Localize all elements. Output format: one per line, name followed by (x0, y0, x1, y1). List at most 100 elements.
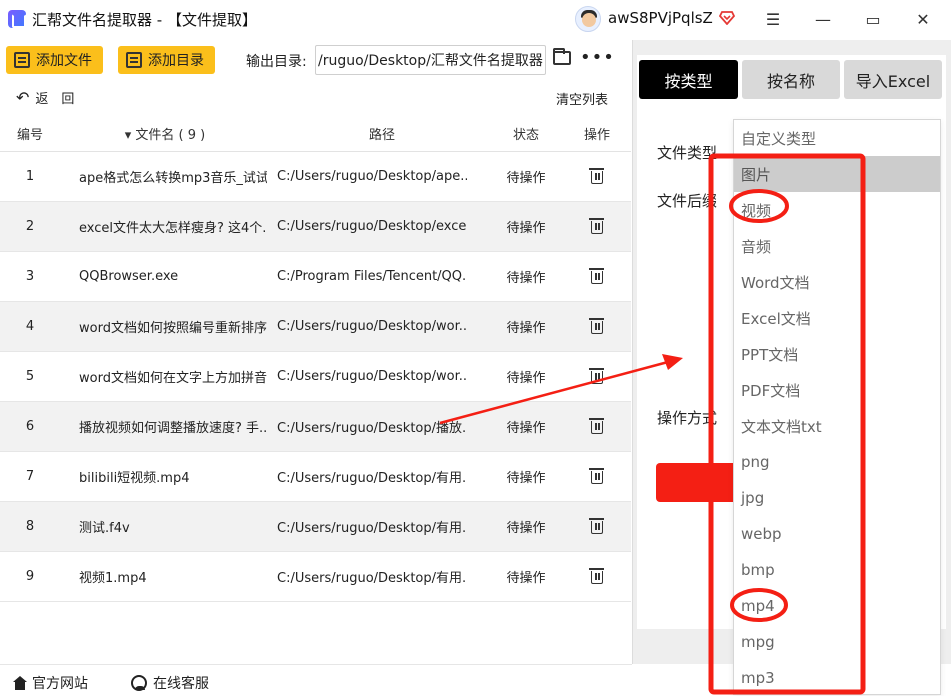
trash-icon (589, 518, 604, 534)
row-delete-button[interactable] (566, 352, 628, 401)
add-file-label: 添加文件 (36, 53, 92, 69)
tab-by-type[interactable]: 按类型 (639, 60, 738, 99)
official-website-label: 官方网站 (32, 676, 88, 692)
dropdown-option[interactable]: mp3 (734, 660, 940, 696)
file-extension-label: 文件后缀 (657, 192, 718, 210)
row-number: 6 (25, 419, 35, 434)
dropdown-option[interactable]: Excel文档 (734, 300, 940, 336)
row-file-name: word文档如何在文字上方加拼音... (79, 371, 267, 386)
row-file-path: C:/Users/ruguo/Desktop/有用... (277, 471, 467, 486)
add-directory-button[interactable]: 添加目录 (118, 46, 215, 74)
output-directory-input[interactable] (315, 45, 546, 75)
row-file-name: 测试.f4v (79, 521, 130, 536)
row-number: 4 (25, 319, 35, 334)
tab-import-excel[interactable]: 导入Excel (844, 60, 942, 99)
minimize-button[interactable]: — (808, 6, 838, 32)
row-number: 3 (25, 269, 35, 284)
row-file-path: C:/Users/ruguo/Desktop/wor... (277, 319, 467, 334)
row-delete-button[interactable] (566, 252, 628, 301)
header-op: 操作 (583, 128, 610, 143)
official-website-link[interactable]: 官方网站 (12, 673, 88, 693)
maximize-button[interactable]: ▭ (858, 6, 888, 32)
header-name-sort[interactable]: ▾ 文件名 ( 9 ) (60, 116, 270, 151)
back-button[interactable]: ↶ 返 回 (16, 88, 74, 107)
file-type-dropdown[interactable]: 自定义类型 图片 视频 音频 Word文档 Excel文档 PPT文档 PDF文档 文本文档tx… (733, 119, 941, 695)
more-icon[interactable]: ••• (580, 47, 615, 68)
table-row[interactable]: 5 word文档如何在文字上方加拼音... C:/Users/ruguo/Deskt… (0, 352, 631, 402)
clear-list-button[interactable]: 清空列表 (556, 89, 608, 108)
table-row[interactable]: 1 ape格式怎么转换mp3音乐_试试... C:/Users/ruguo/Desk… (0, 152, 631, 202)
folder-icon[interactable] (553, 48, 571, 65)
add-file-icon (14, 52, 30, 68)
table-row[interactable]: 6 播放视频如何调整播放速度? 手... C:/Users/ruguo/Deskto… (0, 402, 631, 452)
row-file-name: 视频1.mp4 (79, 571, 147, 586)
row-file-name: bilibili短视频.mp4 (79, 471, 190, 486)
footer (0, 664, 632, 696)
menu-icon[interactable]: ☰ (758, 6, 788, 32)
header-path: 路径 (368, 128, 395, 143)
row-delete-button[interactable] (566, 152, 628, 201)
row-number: 9 (25, 569, 35, 584)
row-delete-button[interactable] (566, 452, 628, 501)
dropdown-option[interactable]: 图片 (734, 156, 940, 192)
online-service-label: 在线客服 (153, 676, 209, 692)
title-bar: 汇帮文件名提取器 - 【文件提取】 awS8PVjPqlsZ ☰ — ▭ ✕ (0, 0, 951, 40)
row-status: 待操作 (506, 371, 546, 386)
row-delete-button[interactable] (566, 302, 628, 351)
vip-diamond-icon (719, 11, 735, 25)
row-number: 7 (25, 469, 35, 484)
row-file-name: excel文件太大怎样瘦身? 这4个... (79, 221, 267, 236)
trash-icon (589, 468, 604, 484)
header-no: 编号 (16, 128, 43, 143)
dropdown-option[interactable]: Word文档 (734, 264, 940, 300)
table-row[interactable]: 4 word文档如何按照编号重新排序... C:/Users/ruguo/Deskt… (0, 302, 631, 352)
table-row[interactable]: 7 bilibili短视频.mp4 C:/Users/ruguo/Desktop/有… (0, 452, 631, 502)
dropdown-option[interactable]: mpg (734, 624, 940, 660)
dropdown-option[interactable]: bmp (734, 552, 940, 588)
row-delete-button[interactable] (566, 202, 628, 251)
add-directory-icon (126, 52, 142, 68)
close-button[interactable]: ✕ (908, 6, 938, 32)
row-file-name: word文档如何按照编号重新排序... (79, 321, 267, 336)
row-status: 待操作 (506, 171, 546, 186)
username[interactable]: awS8PVjPqlsZ (608, 9, 713, 27)
avatar[interactable] (575, 6, 601, 32)
row-status: 待操作 (506, 471, 546, 486)
back-arrow-icon: ↶ (16, 88, 30, 107)
table-header: 编号 ▾ 文件名 ( 9 ) 路径 状态 操作 (0, 116, 631, 152)
dropdown-option[interactable]: 自定义类型 (734, 120, 940, 156)
dropdown-option[interactable]: webp (734, 516, 940, 552)
add-file-button[interactable]: 添加文件 (6, 46, 103, 74)
dropdown-option[interactable]: 视频 (734, 192, 940, 228)
dropdown-option[interactable]: 音频 (734, 228, 940, 264)
table-row[interactable]: 3 QQBrowser.exe C:/Program Files/Tencent/Q… (0, 252, 631, 302)
table-row[interactable]: 8 测试.f4v C:/Users/ruguo/Desktop/有用... 待操作 (0, 502, 631, 552)
row-file-path: C:/Users/ruguo/Desktop/excel... (277, 219, 467, 234)
tab-by-name[interactable]: 按名称 (742, 60, 840, 99)
table-row[interactable]: 9 视频1.mp4 C:/Users/ruguo/Desktop/有用... 待操作 (0, 552, 631, 602)
dropdown-option[interactable]: jpg (734, 480, 940, 516)
row-delete-button[interactable] (566, 502, 628, 551)
dropdown-option[interactable]: PPT文档 (734, 336, 940, 372)
header-status: 状态 (512, 128, 539, 143)
table-row[interactable]: 2 excel文件太大怎样瘦身? 这4个... C:/Users/ruguo/Des… (0, 202, 631, 252)
dropdown-option[interactable]: PDF文档 (734, 372, 940, 408)
file-type-label: 文件类型 (657, 144, 718, 162)
online-service-link[interactable]: 在线客服 (131, 673, 209, 693)
customer-service-icon (131, 675, 147, 691)
row-file-path: C:/Users/ruguo/Desktop/有用... (277, 571, 467, 586)
row-status: 待操作 (506, 521, 546, 536)
dropdown-option[interactable]: png (734, 444, 940, 480)
row-file-path: C:/Users/ruguo/Desktop/有用... (277, 521, 467, 536)
row-status: 待操作 (506, 221, 546, 236)
trash-icon (589, 418, 604, 434)
dropdown-option[interactable]: 文本文档txt (734, 408, 940, 444)
row-number: 5 (25, 369, 35, 384)
row-number: 2 (25, 219, 35, 234)
window-title: 汇帮文件名提取器 - 【文件提取】 (32, 11, 257, 29)
row-delete-button[interactable] (566, 552, 628, 601)
start-button[interactable] (656, 463, 736, 502)
row-delete-button[interactable] (566, 402, 628, 451)
dropdown-option[interactable]: mp4 (734, 588, 940, 624)
add-directory-label: 添加目录 (148, 53, 204, 69)
